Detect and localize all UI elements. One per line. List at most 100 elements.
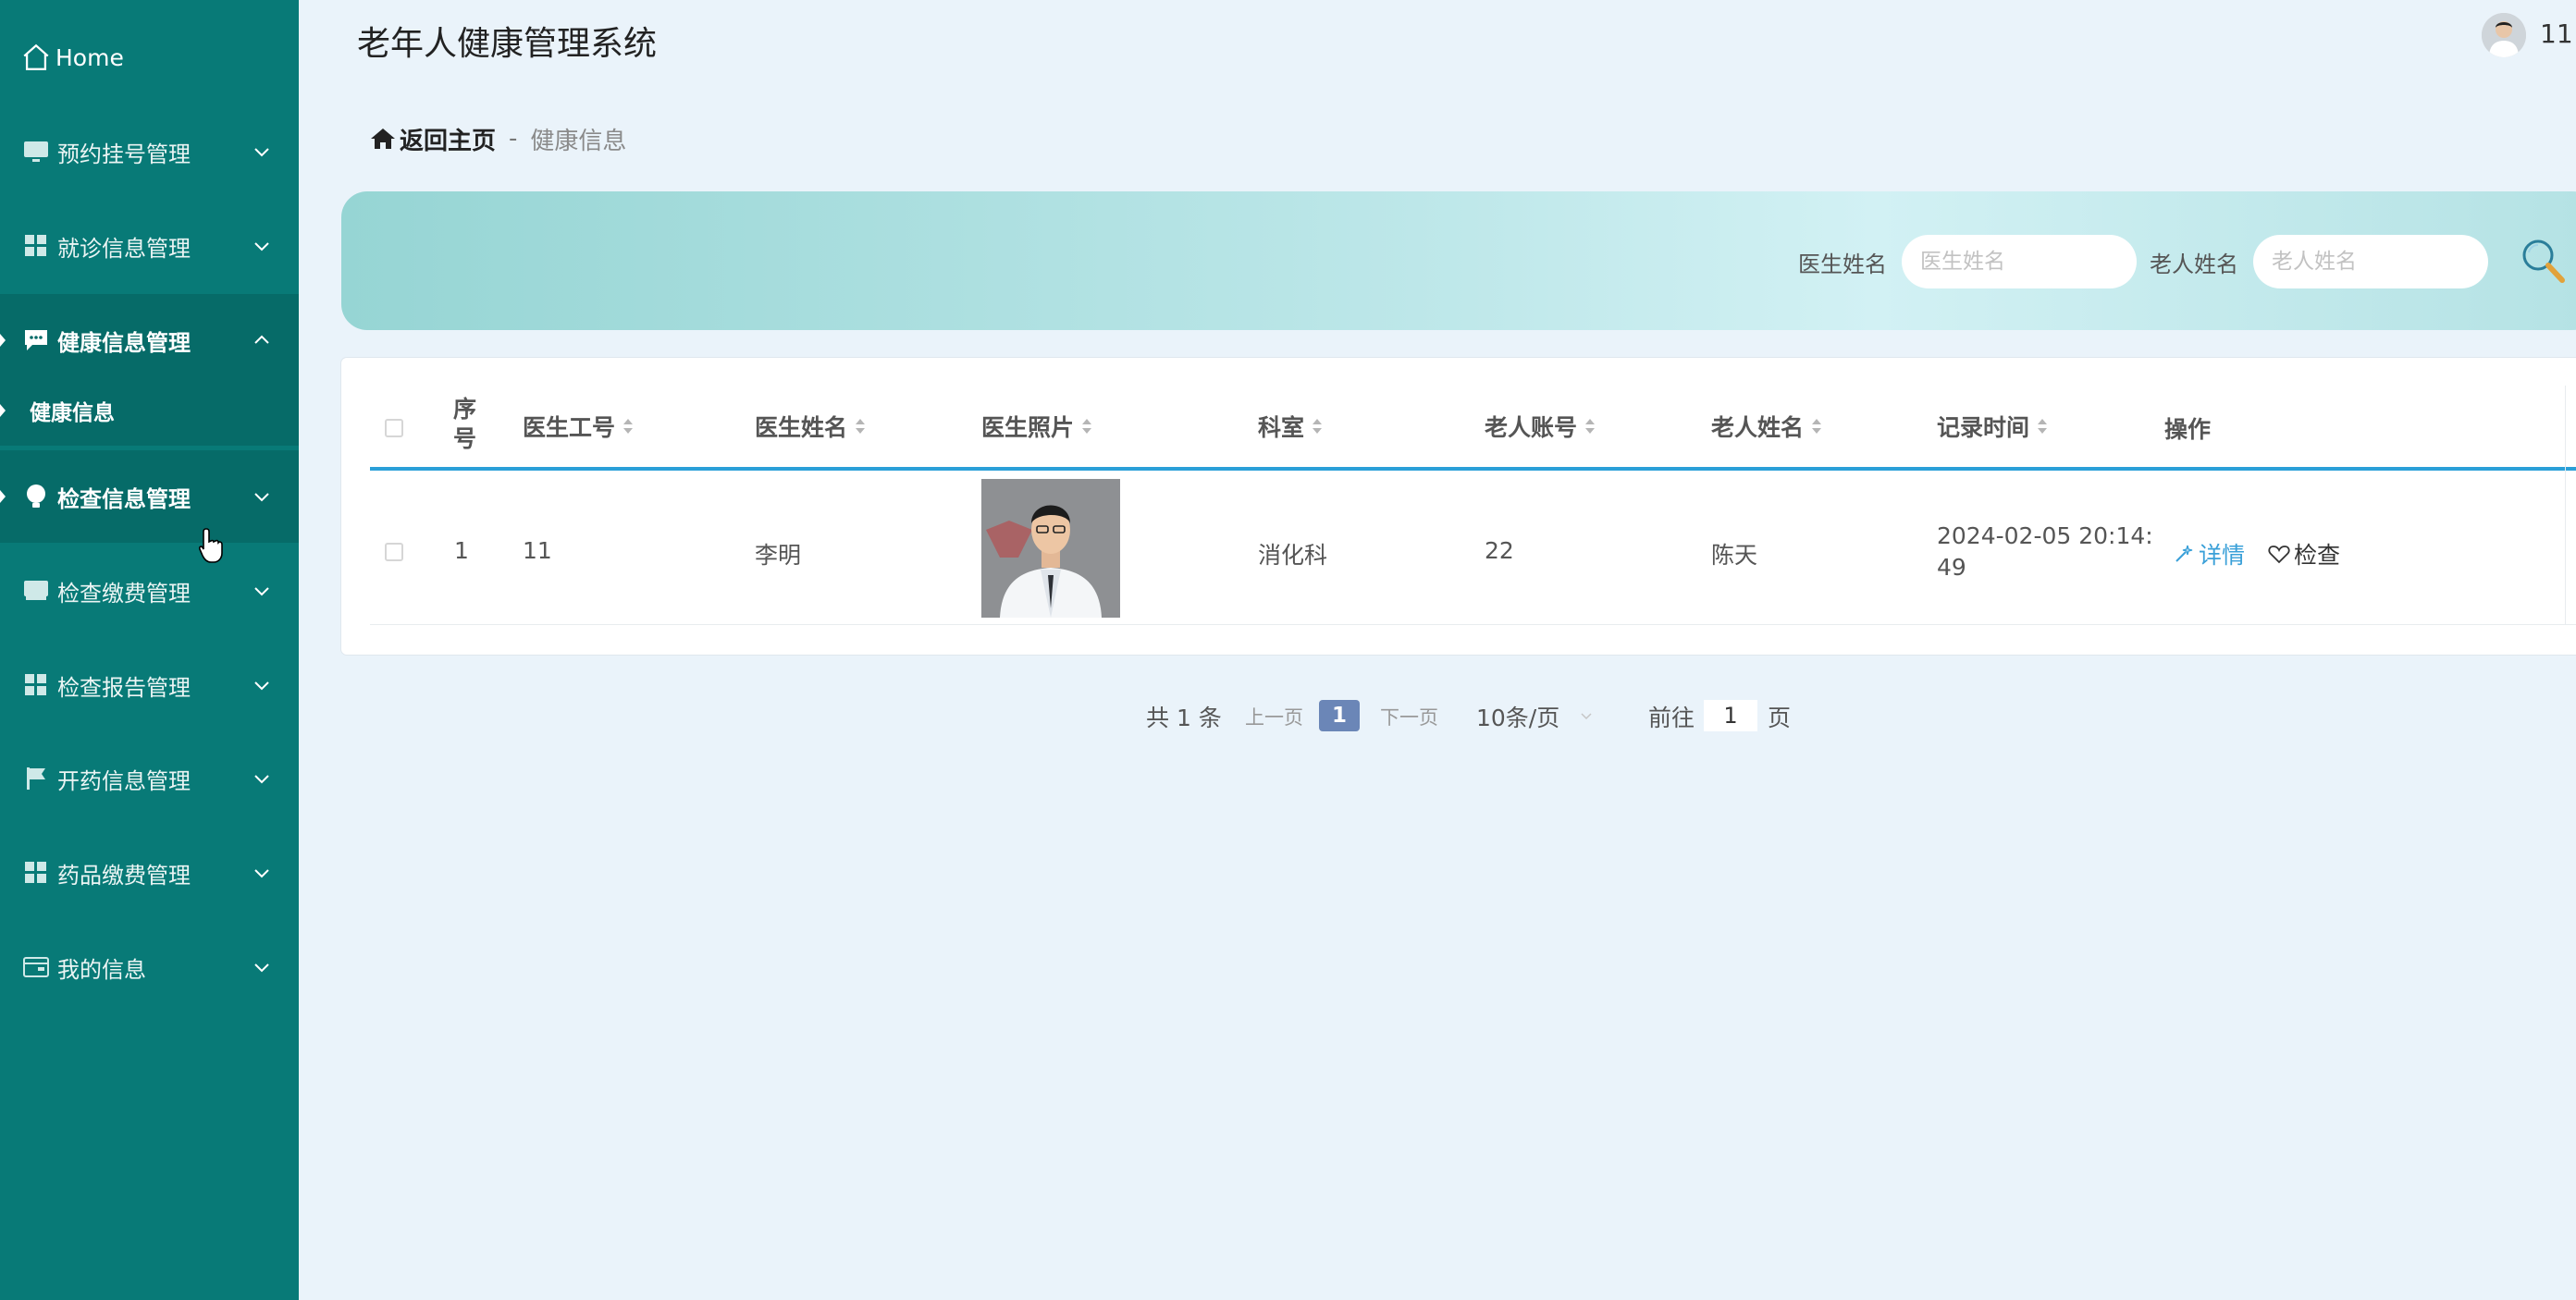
th-elder-name[interactable]: 老人姓名	[1711, 410, 1822, 443]
detail-button-label: 详情	[2199, 542, 2246, 569]
th-doctor-name-label: 医生姓名	[755, 414, 848, 441]
page-size-select[interactable]: 10条/页	[1476, 700, 1593, 733]
sort-icon[interactable]	[855, 417, 866, 435]
breadcrumb: 返回主页 - 健康信息	[370, 122, 626, 155]
sidebar-item-exam-info[interactable]: 检查信息管理	[0, 450, 299, 543]
grid-icon	[22, 671, 50, 699]
doctor-name-label: 医生姓名	[1798, 251, 1887, 277]
sidebar: Home 预约挂号管理 就诊信息管理 健康信息管理 健康信息 检查信息管理 检查…	[0, 0, 299, 1300]
chevron-down-icon	[254, 242, 269, 251]
app-title: 老年人健康管理系统	[357, 25, 658, 63]
active-marker-icon	[0, 404, 6, 417]
data-table: 序号 医生工号 医生姓名 医生照片 科室 老人账号 老人姓名 记录时间 操作 1…	[341, 358, 2576, 655]
sidebar-item-exam-fee[interactable]: 检查缴费管理	[0, 545, 299, 637]
sidebar-item-label: 预约挂号管理	[57, 141, 191, 167]
mouse-cursor-icon	[199, 528, 223, 563]
sort-icon[interactable]	[2037, 417, 2048, 435]
chevron-down-icon	[254, 148, 269, 157]
monitor-icon	[22, 138, 50, 166]
sidebar-subitem-health-info[interactable]: 健康信息	[0, 375, 299, 446]
sort-icon[interactable]	[1312, 417, 1323, 435]
row-divider	[370, 624, 2576, 625]
th-elder-account[interactable]: 老人账号	[1485, 410, 1596, 443]
avatar[interactable]	[2482, 13, 2526, 57]
th-elder-account-label: 老人账号	[1485, 414, 1578, 441]
doctor-name-input[interactable]	[1902, 235, 2137, 288]
sidebar-item-label: 检查信息管理	[57, 485, 191, 512]
sort-icon[interactable]	[1584, 417, 1596, 435]
sidebar-item-my-info[interactable]: 我的信息	[0, 921, 299, 1013]
pagination-prev[interactable]: 上一页	[1245, 700, 1303, 733]
active-marker-icon	[0, 490, 6, 503]
sidebar-item-drug-fee[interactable]: 药品缴费管理	[0, 827, 299, 919]
chevron-down-icon	[254, 493, 269, 502]
grid-icon	[22, 859, 50, 887]
sort-icon[interactable]	[622, 417, 634, 435]
sidebar-item-label: 检查报告管理	[57, 674, 191, 701]
sidebar-home[interactable]: Home	[0, 22, 299, 92]
sidebar-item-label: 检查缴费管理	[57, 580, 191, 607]
sidebar-subitem-label: 健康信息	[30, 401, 115, 425]
cell-doctor-name: 李明	[755, 542, 802, 569]
cell-index: 1	[454, 537, 469, 564]
th-department[interactable]: 科室	[1258, 410, 1323, 443]
cell-record-time-line1: 2024-02-05 20:14:	[1937, 522, 2153, 549]
user-name[interactable]: 11	[2540, 18, 2573, 49]
pagination-total: 共 1 条	[1146, 705, 1222, 731]
select-all-checkbox[interactable]	[385, 419, 403, 437]
th-doctor-name[interactable]: 医生姓名	[755, 410, 866, 443]
breadcrumb-separator: -	[509, 125, 518, 153]
cell-elder-name: 陈天	[1711, 542, 1758, 569]
sidebar-item-visit[interactable]: 就诊信息管理	[0, 200, 299, 292]
elder-name-input[interactable]	[2253, 235, 2488, 288]
sidebar-item-appointment[interactable]: 预约挂号管理	[0, 105, 299, 198]
sidebar-item-health[interactable]: 健康信息管理	[0, 294, 299, 386]
home-icon	[23, 43, 49, 70]
th-actions: 操作	[2164, 411, 2211, 445]
chat-icon	[22, 326, 50, 354]
row-checkbox[interactable]	[385, 543, 403, 561]
detail-button[interactable]: 详情	[2173, 537, 2245, 570]
th-elder-name-label: 老人姓名	[1711, 414, 1805, 441]
grid-icon	[22, 232, 50, 260]
chevron-down-icon	[254, 775, 269, 784]
sort-icon[interactable]	[1811, 417, 1822, 435]
th-doctor-photo-label: 医生照片	[981, 414, 1075, 441]
search-icon[interactable]	[2520, 237, 2566, 285]
header-divider	[370, 467, 2576, 471]
heart-icon	[2268, 546, 2290, 564]
pagination-goto-suffix: 页	[1768, 705, 1792, 731]
sidebar-item-label: 开药信息管理	[57, 767, 191, 794]
home-icon	[371, 129, 395, 149]
card-icon	[22, 953, 50, 981]
th-record-time-label: 记录时间	[1937, 414, 2030, 441]
cell-doctor-id: 11	[523, 537, 552, 564]
pagination-page-1[interactable]: 1	[1319, 700, 1360, 731]
breadcrumb-current: 健康信息	[530, 127, 627, 155]
sidebar-home-label: Home	[55, 43, 124, 71]
pagination-goto-prefix: 前往	[1648, 705, 1695, 731]
chevron-down-icon	[254, 869, 269, 878]
elder-name-label: 老人姓名	[2150, 251, 2238, 277]
th-doctor-id[interactable]: 医生工号	[523, 410, 634, 443]
pagination-goto-input[interactable]	[1704, 700, 1757, 731]
chevron-down-icon	[254, 963, 269, 973]
sidebar-item-exam-report[interactable]: 检查报告管理	[0, 639, 299, 731]
bulb-icon	[22, 483, 50, 510]
breadcrumb-home[interactable]: 返回主页	[370, 122, 496, 156]
magic-wand-icon	[2175, 545, 2193, 562]
active-marker-icon	[0, 334, 6, 347]
th-doctor-photo[interactable]: 医生照片	[981, 410, 1092, 443]
pagination-next[interactable]: 下一页	[1380, 700, 1438, 733]
sidebar-item-prescription[interactable]: 开药信息管理	[0, 732, 299, 825]
sort-icon[interactable]	[1081, 417, 1092, 435]
monitor-icon	[22, 577, 50, 605]
check-button[interactable]: 检查	[2268, 537, 2340, 570]
th-index: 序号	[452, 395, 480, 454]
sidebar-item-label: 就诊信息管理	[57, 235, 191, 262]
sidebar-item-label: 药品缴费管理	[57, 862, 191, 889]
th-record-time[interactable]: 记录时间	[1937, 410, 2048, 443]
cell-department: 消化科	[1258, 542, 1328, 569]
search-banner	[341, 191, 2576, 330]
cell-elder-account: 22	[1485, 537, 1514, 564]
